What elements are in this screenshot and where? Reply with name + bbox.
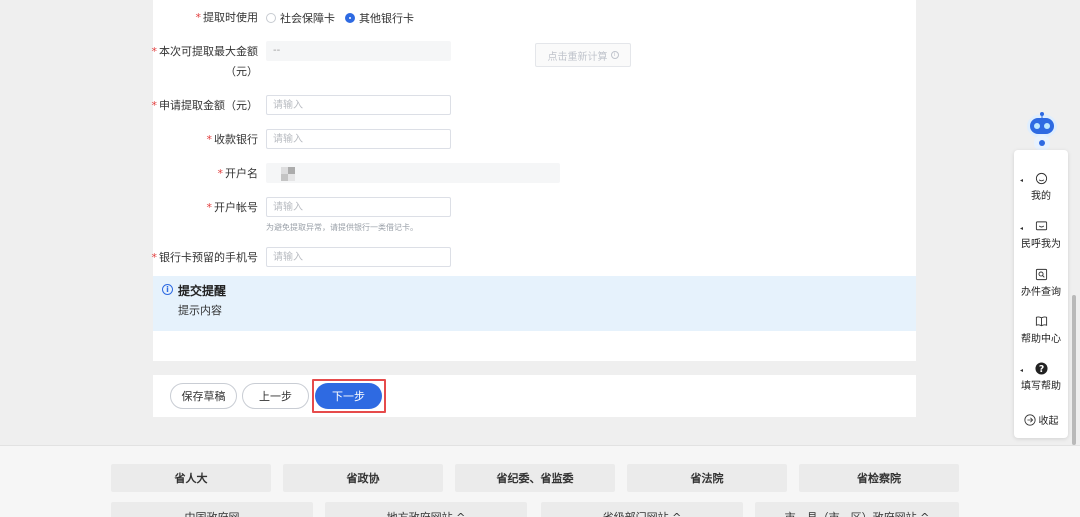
footer-link[interactable]: 省级部门网站 ^ bbox=[541, 502, 743, 517]
bank-label: * 收款银行 bbox=[206, 133, 259, 146]
account-no-hint: 为避免提取异常，请提供银行一类借记卡。 bbox=[266, 223, 418, 232]
withdrawal-form-panel: * 提取时使用 社会保障卡 其他银行卡 * 本次可提取最大金额 （元） -- 点击重… bbox=[151, 0, 916, 361]
caret-left-icon: ◂ bbox=[1020, 225, 1024, 232]
masked-name-image bbox=[281, 167, 295, 181]
footer-link[interactable]: 省法院 bbox=[627, 464, 787, 492]
footer-link[interactable]: 地方政府网站 ^ bbox=[325, 502, 527, 517]
save-draft-button[interactable]: 保存草稿 bbox=[170, 383, 237, 409]
withdraw-use-radio-group: 社会保障卡 其他银行卡 bbox=[266, 10, 424, 26]
side-collapse-button[interactable]: 收起 bbox=[1014, 412, 1068, 427]
radio-social-security-card[interactable]: 社会保障卡 bbox=[266, 10, 335, 26]
max-amount-field: -- bbox=[266, 41, 451, 61]
footer-link[interactable]: 省人大 bbox=[111, 464, 271, 492]
radio-unchecked-icon bbox=[266, 13, 276, 23]
footer-link[interactable]: 市、县（市、区）政府网站 ^ bbox=[755, 502, 959, 517]
phone-input[interactable] bbox=[266, 247, 451, 267]
notice-title: 提交提醒 bbox=[178, 284, 227, 298]
side-item-help-center[interactable]: 帮助中心 bbox=[1014, 315, 1068, 345]
withdraw-use-label: * 提取时使用 bbox=[195, 11, 259, 24]
previous-step-button[interactable]: 上一步 bbox=[242, 383, 309, 409]
phone-label: * 银行卡预留的手机号 bbox=[151, 251, 259, 264]
max-amount-label-unit: （元） bbox=[225, 65, 258, 78]
side-item-query[interactable]: 办件查询 bbox=[1014, 268, 1068, 298]
notice-body: 提示内容 bbox=[178, 304, 222, 317]
action-bar: 保存草稿 上一步 下一步 bbox=[153, 375, 916, 417]
collapse-label: 收起 bbox=[1038, 416, 1059, 427]
side-toolbar: ◂ 我的 ◂ 民呼我为 办件查询 帮助中心 ◂ ? 填写帮助 收起 bbox=[1014, 150, 1068, 438]
submit-notice: i 提交提醒 提示内容 bbox=[153, 276, 916, 331]
side-item-label: 民呼我为 bbox=[1021, 239, 1061, 250]
info-icon: i bbox=[610, 51, 619, 59]
account-no-input[interactable] bbox=[266, 197, 451, 217]
apply-amount-input[interactable] bbox=[266, 95, 451, 115]
book-icon bbox=[1035, 316, 1047, 327]
bank-input[interactable] bbox=[266, 129, 451, 149]
max-amount-label: * 本次可提取最大金额 bbox=[151, 45, 259, 58]
footer-link[interactable]: 省检察院 bbox=[799, 464, 959, 492]
info-icon: i bbox=[162, 284, 173, 295]
footer: 省人大 省政协 省纪委、省监委 省法院 省检察院 中国政府网 地方政府网站 ^ … bbox=[0, 445, 1080, 517]
side-item-minhu[interactable]: ◂ 民呼我为 bbox=[1014, 220, 1068, 250]
side-item-label: 填写帮助 bbox=[1021, 381, 1061, 392]
account-name-field bbox=[266, 163, 560, 183]
search-doc-icon bbox=[1035, 268, 1047, 281]
message-icon bbox=[1035, 221, 1047, 231]
account-name-label: * 开户名 bbox=[217, 167, 259, 180]
question-icon: ? bbox=[1034, 362, 1048, 375]
svg-text:?: ? bbox=[1038, 364, 1043, 375]
radio-checked-icon bbox=[345, 13, 355, 23]
side-item-mine[interactable]: ◂ 我的 bbox=[1014, 172, 1068, 202]
radio-label: 社会保障卡 bbox=[280, 12, 335, 25]
side-item-label: 我的 bbox=[1031, 191, 1051, 202]
caret-left-icon: ◂ bbox=[1020, 177, 1024, 184]
caret-left-icon: ◂ bbox=[1020, 367, 1024, 374]
arrow-right-circle-icon bbox=[1023, 413, 1036, 426]
apply-amount-label: * 申请提取金额（元） bbox=[151, 99, 259, 112]
radio-label: 其他银行卡 bbox=[359, 12, 414, 25]
page-scrollbar[interactable] bbox=[1072, 295, 1076, 445]
side-item-label: 办件查询 bbox=[1021, 287, 1061, 298]
footer-link[interactable]: 省纪委、省监委 bbox=[455, 464, 615, 492]
footer-link[interactable]: 中国政府网 bbox=[111, 502, 313, 517]
account-no-label: * 开户帐号 bbox=[206, 201, 259, 214]
user-face-icon bbox=[1035, 172, 1047, 185]
footer-link[interactable]: 省政协 bbox=[283, 464, 443, 492]
side-item-label: 帮助中心 bbox=[1021, 334, 1061, 345]
side-item-fill-help[interactable]: ◂ ? 填写帮助 bbox=[1014, 362, 1068, 392]
highlight-box bbox=[312, 379, 386, 413]
recalculate-button[interactable]: 点击重新计算 i bbox=[535, 43, 631, 67]
radio-other-bank-card[interactable]: 其他银行卡 bbox=[345, 10, 414, 26]
